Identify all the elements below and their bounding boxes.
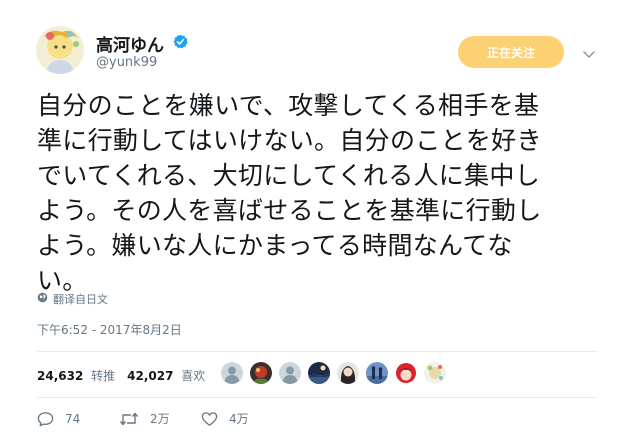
verified-badge-icon (173, 34, 188, 49)
reply-icon (37, 411, 54, 427)
liker-avatar[interactable] (366, 362, 388, 384)
like-count: 4万 (229, 412, 249, 426)
retweet-count: 2万 (150, 412, 170, 426)
like-button[interactable]: 4万 (201, 410, 283, 427)
like-stat-label: 喜欢 (181, 369, 206, 383)
globe-icon (37, 292, 48, 306)
tweet-text-line: よう。嫌いな人にかまってる時間なんてな (37, 231, 513, 260)
tweet-stats: 24,632 转推 42,027 喜欢 (37, 367, 217, 384)
retweet-stat-count: 24,632 (37, 369, 84, 383)
liker-avatar[interactable] (221, 362, 243, 384)
divider (37, 351, 597, 352)
chevron-down-icon[interactable] (583, 45, 595, 58)
author-avatar[interactable] (36, 26, 84, 74)
retweet-stat[interactable]: 24,632 转推 (37, 367, 115, 384)
liker-avatar[interactable] (337, 362, 359, 384)
tweet-text-line: い。 (37, 266, 88, 295)
liker-avatar[interactable] (250, 362, 272, 384)
tweet-text: 自分のことを嫌いで、攻撃してくる相手を基 準に行動してはいけない。自分のことを好… (37, 88, 597, 298)
author-handle[interactable]: @yunk99 (96, 55, 157, 70)
author-display-name[interactable]: 高河ゆん (96, 31, 164, 56)
liker-avatar[interactable] (395, 362, 417, 384)
heart-icon (201, 411, 218, 427)
reply-button[interactable]: 74 (37, 411, 119, 427)
liker-avatar[interactable] (279, 362, 301, 384)
translate-label[interactable]: 翻译自日文 (53, 291, 108, 307)
liker-avatars (221, 362, 446, 384)
tweet-text-line: でいてくれる、大切にしてくれる人に集中し (37, 161, 541, 190)
retweet-icon (119, 411, 139, 427)
tweet-text-line: よう。その人を喜ばせることを基準に行動し (37, 196, 542, 225)
retweet-button[interactable]: 2万 (119, 410, 201, 427)
reply-count: 74 (65, 411, 81, 426)
like-stat-count: 42,027 (127, 369, 174, 383)
liker-avatar[interactable] (424, 362, 446, 384)
divider (37, 397, 597, 398)
like-stat[interactable]: 42,027 喜欢 (127, 367, 205, 384)
tweet-actions: 74 2万 4万 (37, 410, 283, 427)
liker-avatar[interactable] (308, 362, 330, 384)
retweet-stat-label: 转推 (91, 369, 116, 383)
translate-link[interactable]: 翻译自日文 (37, 291, 108, 307)
tweet-timestamp[interactable]: 下午6:52 - 2017年8月2日 (37, 321, 182, 338)
following-button[interactable]: 正在关注 (458, 36, 564, 68)
tweet-text-line: 自分のことを嫌いで、攻撃してくる相手を基 (37, 91, 540, 120)
tweet-text-line: 準に行動してはいけない。自分のことを好き (37, 126, 542, 155)
